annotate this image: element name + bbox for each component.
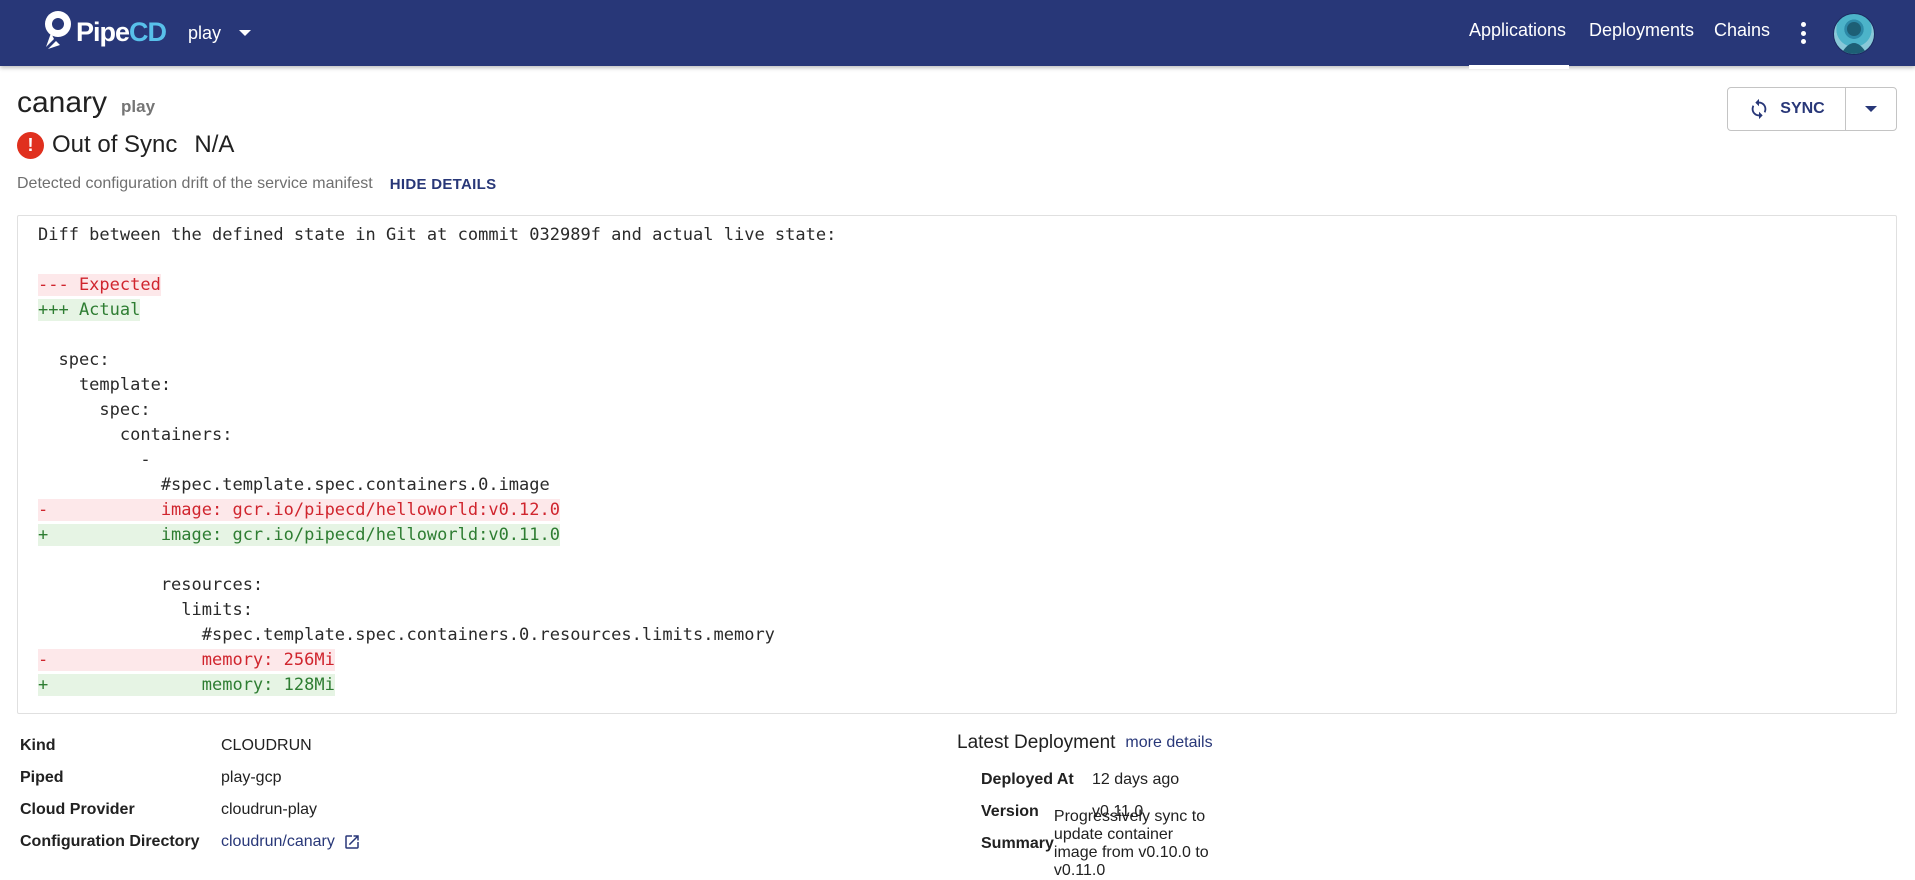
latest-deployment: Latest Deployment more details Deployed … [957,730,1213,880]
project-name: play [188,22,222,43]
detail-label: Deployed At [981,771,1074,788]
deployment-summary: Summary Progressively sync to update con… [981,808,1213,879]
config-directory-link[interactable]: cloudrun/canary [221,833,361,851]
diff-line [38,548,836,573]
diff-line-text: --- Expected [38,274,161,296]
sync-button-group: SYNC [1727,87,1897,131]
diff-line: spec: [38,348,836,373]
sync-icon [1751,98,1767,120]
latest-deployment-details: Deployed At 12 days ago Version v0.11.0 … [981,764,1213,879]
diff-line-added: + memory: 128Mi [38,673,836,698]
diff-line-text: - [38,450,151,470]
detail-config-directory: Configuration Directory cloudrun/canary [20,826,361,858]
diff-line [38,323,836,348]
sync-button[interactable]: SYNC [1728,88,1846,130]
open-in-new-icon [345,835,359,849]
logo-text: PipeCD [76,16,167,47]
diff-line-text: Diff between the defined state in Git at… [38,225,837,245]
diff-line [38,248,836,273]
nav-applications[interactable]: Applications [1469,20,1566,41]
detail-value: CLOUDRUN [221,737,312,754]
active-nav-indicator [1469,65,1569,69]
diff-line-removed: --- Expected [38,273,836,298]
diff-line-text: #spec.template.spec.containers.0.image [38,475,550,495]
detail-value: cloudrun-play [221,801,318,818]
avatar-image [1841,22,1867,54]
diff-line: Diff between the defined state in Git at… [38,223,836,248]
diff-line-text: - memory: 256Mi [38,649,335,671]
detail-value: 12 days ago [1092,771,1180,788]
environment-name: play [121,97,156,116]
top-app-bar: PipeCD play Applications Deployments Cha… [0,0,1915,69]
sync-status-detail: N/A [194,131,235,158]
diff-lines: Diff between the defined state in Git at… [38,223,836,698]
diff-line-text: spec: [38,400,151,420]
diff-line: #spec.template.spec.containers.0.image [38,473,836,498]
drift-diff-panel: Diff between the defined state in Git at… [17,215,1897,714]
project-selector[interactable]: play [188,19,252,47]
detail-label: Kind [20,737,56,754]
sync-status-text: Out of Sync [52,131,178,158]
nav-chains[interactable]: Chains [1714,20,1770,41]
diff-line: template: [38,373,836,398]
error-icon: ! [17,131,44,159]
latest-deployment-title: Latest Deployment [957,731,1116,753]
more-details-link[interactable]: more details [1125,734,1212,752]
diff-line-removed: - memory: 256Mi [38,648,836,673]
diff-line-text: spec: [38,350,110,370]
detail-value: Progressively sync to update container i… [1053,808,1209,879]
pipecd-logo-icon [45,11,71,49]
diff-line-text: limits: [38,600,253,620]
diff-line-text: + image: gcr.io/pipecd/helloworld:v0.11.… [38,524,560,546]
page-title: canary play [17,86,155,120]
diff-line: containers: [38,423,836,448]
diff-line-text: containers: [38,425,233,445]
application-name: canary [17,86,108,119]
detail-label: Piped [20,769,64,786]
diff-line-removed: - image: gcr.io/pipecd/helloworld:v0.12.… [38,498,836,523]
config-directory-text: cloudrun/canary [221,833,335,850]
sync-button-label: SYNC [1780,100,1825,117]
detail-label: Cloud Provider [20,801,135,818]
diff-line-text: resources: [38,575,264,595]
diff-line-text: template: [38,375,172,395]
sync-options-button[interactable] [1846,88,1896,130]
deployed-at: Deployed At 12 days ago [981,764,1213,796]
user-avatar[interactable] [1833,13,1875,55]
nav-deployments[interactable]: Deployments [1589,20,1694,41]
detail-piped: Piped play-gcp [20,762,361,794]
detail-cloud-provider: Cloud Provider cloudrun-play [20,794,361,826]
application-details: Kind CLOUDRUN Piped play-gcp Cloud Provi… [20,730,361,858]
chevron-down-icon [239,30,252,36]
latest-deployment-header: Latest Deployment more details [957,730,1213,755]
drift-reason: Detected configuration drift of the serv… [17,175,373,192]
diff-line-text: + memory: 128Mi [38,674,335,696]
diff-line-added: + image: gcr.io/pipecd/helloworld:v0.11.… [38,523,836,548]
arrow-drop-down-icon [1865,106,1877,112]
detail-value: play-gcp [221,769,282,786]
diff-line: limits: [38,598,836,623]
diff-line: spec: [38,398,836,423]
diff-line: - [38,448,836,473]
detail-kind: Kind CLOUDRUN [20,730,361,762]
hide-details-button[interactable]: HIDE DETAILS [390,176,497,193]
diff-line-added: +++ Actual [38,298,836,323]
pipecd-logo[interactable]: PipeCD [42,9,167,55]
drift-reason-row: Detected configuration drift of the serv… [17,175,496,193]
more-vert-icon[interactable] [1797,20,1809,46]
diff-line: resources: [38,573,836,598]
sync-status: ! Out of Sync N/A [17,131,234,159]
diff-line-text: - image: gcr.io/pipecd/helloworld:v0.12.… [38,499,560,521]
detail-label: Summary [981,835,1054,852]
diff-line: #spec.template.spec.containers.0.resourc… [38,623,836,648]
detail-label: Configuration Directory [20,833,200,850]
diff-line-text: #spec.template.spec.containers.0.resourc… [38,625,775,645]
diff-line-text: +++ Actual [38,299,141,321]
